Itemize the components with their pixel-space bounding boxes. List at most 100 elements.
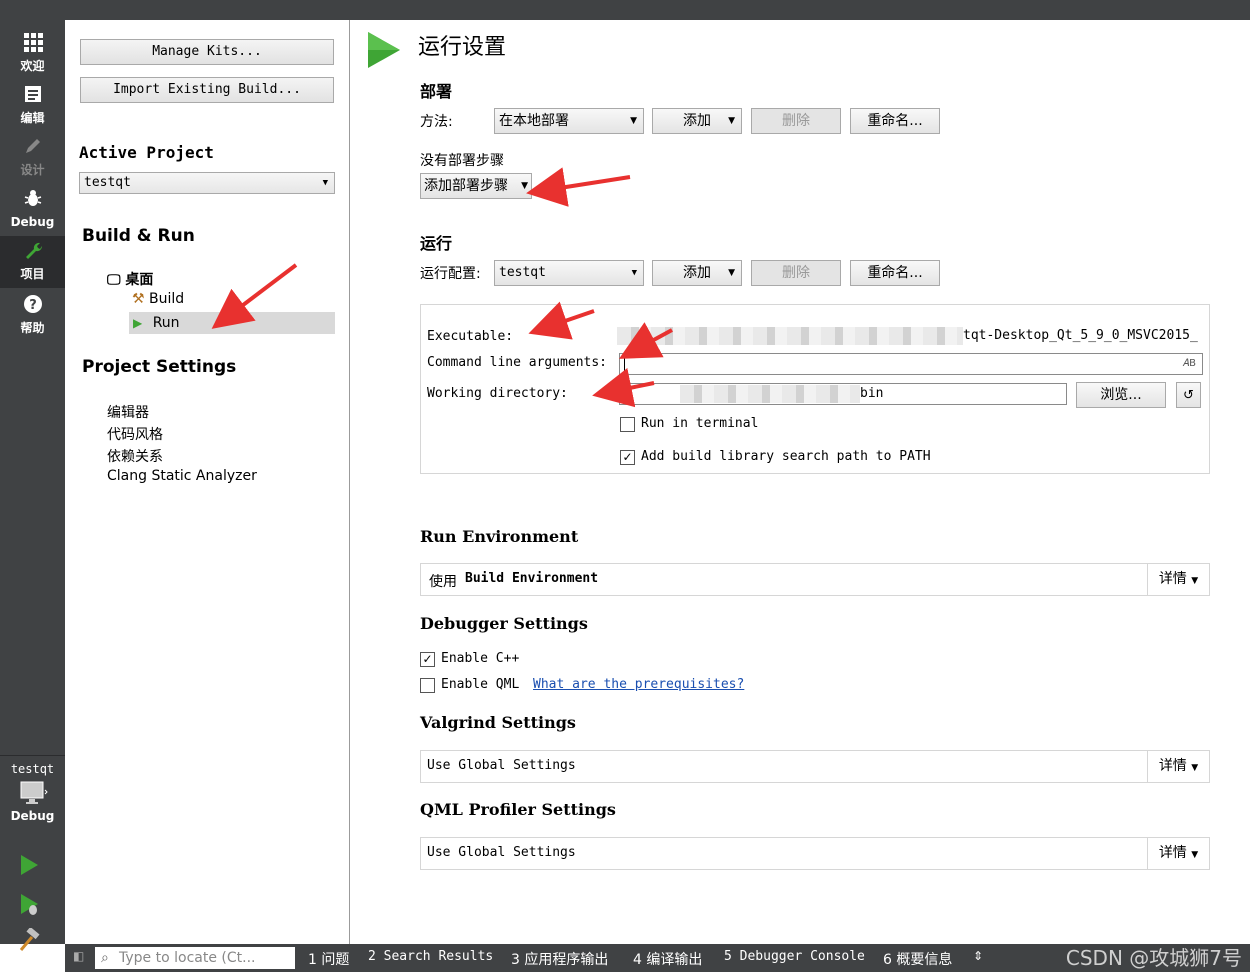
import-build-button[interactable]: Import Existing Build... [80, 77, 334, 103]
kit-selector[interactable]: testqt Debug [0, 755, 65, 840]
kit-project-name: testqt [10, 762, 55, 776]
settings-item-dependencies[interactable]: 依赖关系 [107, 446, 163, 466]
status-tab-issues[interactable]: 1 问题 [308, 949, 349, 969]
deploy-remove-button[interactable]: 删除 [751, 108, 841, 134]
workdir-input[interactable]: bin [619, 383, 1067, 405]
debug-run-button[interactable] [17, 892, 41, 916]
deploy-method-combo[interactable]: 在本地部署 ▼ [494, 108, 644, 134]
run-settings-icon [366, 30, 402, 74]
mode-help[interactable]: ? 帮助 [0, 290, 65, 342]
kit-tree-item[interactable]: 🖵 桌面 [107, 269, 153, 289]
mode-design[interactable]: 设计 [0, 132, 65, 184]
run-in-terminal-label: Run in terminal [641, 416, 759, 431]
locator-input[interactable]: ⌕ Type to locate (Ct... [95, 947, 295, 969]
active-project-combo[interactable]: testqt ▼ [79, 172, 335, 194]
settings-item-editor[interactable]: 编辑器 [107, 402, 149, 422]
args-label: Command line arguments: [427, 355, 608, 370]
run-env-details-button[interactable]: 详情 ▼ [1147, 564, 1209, 595]
project-settings-title: Project Settings [82, 357, 237, 377]
add-label: 添加 [683, 265, 711, 281]
manage-kits-button[interactable]: Manage Kits... [80, 39, 334, 65]
sidebar-toggle-icon[interactable]: ◧ [73, 949, 84, 963]
details-label: 详情 [1158, 571, 1187, 587]
variables-icon[interactable]: 𝐴B [1182, 354, 1196, 374]
run-title: 运行 [420, 234, 453, 253]
mode-debug[interactable]: Debug [0, 184, 65, 236]
args-input[interactable]: 𝐴B [619, 353, 1203, 375]
build-label: Build [149, 291, 185, 307]
status-tab-general[interactable]: 6 概要信息 [883, 949, 952, 969]
executable-label: Executable: [427, 329, 514, 344]
status-tab-debugger-console[interactable]: 5 Debugger Console [724, 949, 865, 964]
qml-profiler-value: Use Global Settings [427, 845, 576, 860]
prerequisites-link[interactable]: What are the prerequisites? [533, 677, 744, 692]
status-tab-app-output[interactable]: 3 应用程序输出 [511, 949, 608, 969]
dropdown-arrow-icon: ▼ [521, 181, 528, 191]
mode-label: 帮助 [20, 321, 45, 335]
status-tab-search[interactable]: 2 Search Results [368, 949, 493, 964]
details-label: 详情 [1158, 845, 1187, 861]
add-deploy-step-label: 添加部署步骤 [424, 178, 508, 194]
search-icon: ⌕ [101, 950, 109, 966]
mode-label: 设计 [20, 163, 45, 177]
run-config-value: testqt [499, 265, 546, 280]
kit-name: 桌面 [125, 272, 154, 288]
add-build-lib-checkbox[interactable]: ✓ [620, 450, 635, 465]
deploy-rename-button[interactable]: 重命名... [850, 108, 940, 134]
mode-welcome[interactable]: 欢迎 [0, 28, 65, 80]
dropdown-arrow-icon: ▼ [728, 268, 735, 278]
run-settings-page: 运行设置 部署 方法: 在本地部署 ▼ 添加 ▼ 删除 重命名... 没有部署步… [350, 20, 1250, 944]
enable-cpp-checkbox[interactable]: ✓ [420, 652, 435, 667]
dropdown-arrow-icon: ▼ [1191, 763, 1199, 773]
monitor-icon: 🖵 [107, 272, 121, 288]
settings-item-code-style[interactable]: 代码风格 [107, 424, 163, 444]
add-label: 添加 [683, 113, 711, 129]
enable-qml-checkbox[interactable] [420, 678, 435, 693]
active-project-title: Active Project [79, 143, 214, 162]
run-config-combo[interactable]: testqt ▼ [494, 260, 644, 286]
run-add-button[interactable]: 添加 ▼ [652, 260, 742, 286]
mode-edit[interactable]: 编辑 [0, 80, 65, 132]
valgrind-details-button[interactable]: 详情 ▼ [1147, 751, 1209, 782]
dropdown-arrow-icon: ▼ [1191, 576, 1199, 586]
mode-label: 项目 [20, 267, 45, 281]
reset-icon: ↺ [1183, 388, 1194, 403]
mode-label: Debug [10, 215, 55, 229]
qml-profiler-details-button[interactable]: 详情 ▼ [1147, 838, 1209, 869]
settings-item-clang[interactable]: Clang Static Analyzer [107, 468, 257, 484]
help-icon: ? [0, 294, 65, 320]
status-bar: ◧ ⌕ Type to locate (Ct... 1 问题 2 Search … [65, 944, 1250, 972]
tree-item-run[interactable]: ▶ Run [129, 312, 335, 334]
run-in-terminal-checkbox[interactable] [620, 417, 635, 432]
debugger-title: Debugger Settings [420, 614, 588, 633]
wrench-icon [0, 240, 65, 266]
debug-play-icon [21, 894, 38, 915]
tree-item-build[interactable]: ⚒ Build [132, 291, 184, 307]
valgrind-value: Use Global Settings [427, 758, 576, 773]
grid-icon [0, 32, 65, 58]
dropdown-arrow-icon: ▼ [630, 116, 637, 126]
browse-button[interactable]: 浏览... [1076, 382, 1166, 408]
active-project-value: testqt [84, 175, 131, 190]
mode-label: 欢迎 [20, 59, 45, 73]
mode-bar: 欢迎 编辑 设计 Debug 项目 ? 帮助 testqt Debug [0, 20, 65, 951]
deploy-add-button[interactable]: 添加 ▼ [652, 108, 742, 134]
mode-projects[interactable]: 项目 [0, 236, 65, 288]
run-button[interactable] [17, 853, 41, 877]
monitor-icon [0, 780, 65, 809]
run-config-label: 运行配置: [420, 266, 481, 282]
run-env-bar: 使用 Build Environment 详情 ▼ [420, 563, 1210, 596]
run-env-title: Run Environment [420, 527, 579, 546]
run-remove-button[interactable]: 删除 [751, 260, 841, 286]
hammer-icon [19, 926, 40, 951]
svg-text:?: ? [29, 298, 37, 313]
build-button[interactable] [17, 926, 41, 952]
reset-button[interactable]: ↺ [1176, 382, 1201, 408]
status-tab-compile[interactable]: 4 编译输出 [633, 949, 702, 969]
run-label: Run [152, 315, 180, 331]
add-deploy-step-button[interactable]: 添加部署步骤 ▼ [420, 173, 532, 199]
workdir-value: bin [860, 386, 884, 401]
more-tabs-icon[interactable]: ⇕ [973, 949, 983, 963]
run-rename-button[interactable]: 重命名... [850, 260, 940, 286]
add-build-lib-label: Add build library search path to PATH [641, 449, 931, 464]
